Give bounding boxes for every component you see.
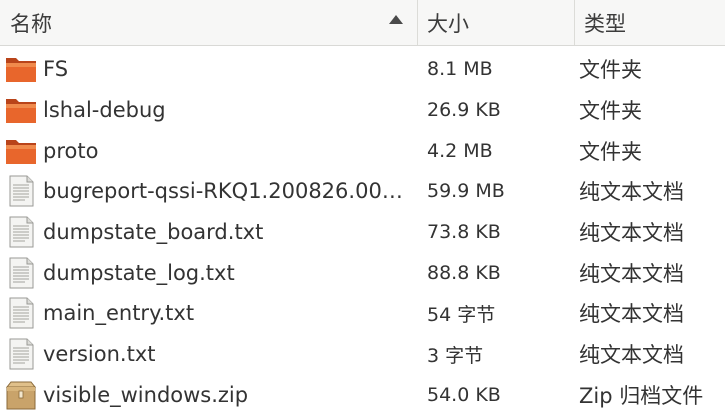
file-type-cell: 纯文本文档 [574, 171, 725, 212]
file-size-cell: 8.1 MB [417, 49, 574, 90]
file-rows: FS 8.1 MB 文件夹 lshal-debug 26.9 KB 文件夹 pr… [0, 49, 725, 415]
file-size: 4.2 MB [427, 139, 493, 162]
file-size-cell: 54 字节 [417, 293, 574, 334]
file-name: bugreport-qssi-RKQ1.200826.002-… [43, 179, 415, 204]
file-type: Zip 归档文件 [579, 383, 704, 408]
file-type: 文件夹 [579, 58, 642, 83]
file-name-cell: lshal-debug [0, 90, 417, 131]
column-header-type-label: 类型 [584, 11, 626, 36]
file-name: main_entry.txt [43, 301, 195, 326]
file-type: 文件夹 [579, 139, 642, 164]
file-type-cell: 纯文本文档 [574, 212, 725, 253]
column-header-type[interactable]: 类型 [574, 0, 725, 45]
file-name: dumpstate_board.txt [43, 220, 264, 245]
file-size: 54.0 KB [427, 383, 501, 406]
text-file-icon [9, 216, 34, 248]
file-size-cell: 26.9 KB [417, 90, 574, 131]
file-name: FS [43, 57, 69, 82]
file-name: lshal-debug [43, 98, 166, 123]
file-name: proto [43, 138, 99, 163]
folder-icon [6, 139, 36, 164]
file-name-cell: visible_windows.zip [0, 375, 417, 416]
file-type: 纯文本文档 [579, 302, 684, 327]
text-file-icon [9, 297, 34, 329]
file-size-cell: 59.9 MB [417, 171, 574, 212]
file-row[interactable]: main_entry.txt 54 字节 纯文本文档 [0, 293, 725, 334]
column-header-name-label: 名称 [10, 11, 52, 36]
file-type: 纯文本文档 [579, 221, 684, 246]
file-row[interactable]: lshal-debug 26.9 KB 文件夹 [0, 90, 725, 131]
file-name-cell: dumpstate_board.txt [0, 212, 417, 253]
file-row[interactable]: proto 4.2 MB 文件夹 [0, 130, 725, 171]
file-size: 88.8 KB [427, 261, 501, 284]
file-row[interactable]: bugreport-qssi-RKQ1.200826.002-… 59.9 MB… [0, 171, 725, 212]
archive-icon [5, 381, 37, 410]
file-type-cell: 纯文本文档 [574, 334, 725, 375]
file-size: 73.8 KB [427, 221, 501, 244]
file-type: 纯文本文档 [579, 261, 684, 286]
file-row[interactable]: dumpstate_log.txt 88.8 KB 纯文本文档 [0, 252, 725, 293]
file-type-cell: Zip 归档文件 [574, 375, 725, 416]
file-type: 文件夹 [579, 99, 642, 124]
file-type-cell: 纯文本文档 [574, 252, 725, 293]
column-header-name[interactable]: 名称 [0, 0, 417, 45]
file-name-cell: proto [0, 130, 417, 171]
file-size: 3 字节 [427, 344, 484, 367]
file-size-cell: 54.0 KB [417, 375, 574, 416]
text-file-icon [9, 338, 34, 370]
file-name: version.txt [43, 342, 156, 367]
file-type-cell: 纯文本文档 [574, 293, 725, 334]
file-list-view: 名称 大小 类型 FS 8.1 MB 文件夹 lshal-debug 26.9 … [0, 0, 725, 417]
file-size-cell: 3 字节 [417, 334, 574, 375]
file-size: 8.1 MB [427, 58, 493, 81]
file-size: 59.9 MB [427, 180, 505, 203]
file-name-cell: FS [0, 49, 417, 90]
text-file-icon [9, 175, 34, 207]
column-header-size[interactable]: 大小 [417, 0, 574, 45]
file-name-cell: main_entry.txt [0, 293, 417, 334]
file-size: 26.9 KB [427, 99, 501, 122]
column-header-size-label: 大小 [427, 11, 469, 36]
file-name-cell: bugreport-qssi-RKQ1.200826.002-… [0, 171, 417, 212]
file-size: 54 字节 [427, 303, 496, 326]
file-row[interactable]: FS 8.1 MB 文件夹 [0, 49, 725, 90]
file-type: 纯文本文档 [579, 343, 684, 368]
folder-icon [6, 58, 36, 83]
file-name: visible_windows.zip [43, 382, 249, 407]
file-type-cell: 文件夹 [574, 130, 725, 171]
folder-icon [6, 99, 36, 124]
file-name: dumpstate_log.txt [43, 260, 235, 285]
file-row[interactable]: version.txt 3 字节 纯文本文档 [0, 334, 725, 375]
file-row[interactable]: visible_windows.zip 54.0 KB Zip 归档文件 [0, 375, 725, 416]
file-size-cell: 73.8 KB [417, 212, 574, 253]
column-header-bar: 名称 大小 类型 [0, 0, 725, 46]
sort-ascending-icon [389, 15, 403, 24]
file-type-cell: 文件夹 [574, 49, 725, 90]
file-size-cell: 88.8 KB [417, 252, 574, 293]
file-type: 纯文本文档 [579, 180, 684, 205]
text-file-icon [9, 257, 34, 289]
file-row[interactable]: dumpstate_board.txt 73.8 KB 纯文本文档 [0, 212, 725, 253]
file-size-cell: 4.2 MB [417, 130, 574, 171]
file-name-cell: dumpstate_log.txt [0, 252, 417, 293]
file-name-cell: version.txt [0, 334, 417, 375]
file-type-cell: 文件夹 [574, 90, 725, 131]
